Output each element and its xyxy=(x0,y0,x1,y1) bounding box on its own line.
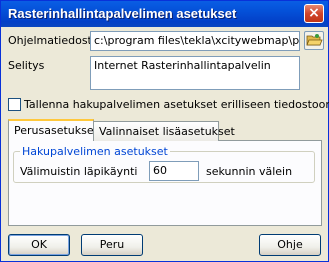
description-label: Selitys xyxy=(8,59,45,72)
program-file-input[interactable]: c:\program files\tekla\xcitywebmap\progr xyxy=(90,31,300,51)
ok-button[interactable]: OK xyxy=(8,234,70,256)
description-input[interactable]: Internet Rasterinhallintapalvelin xyxy=(90,56,300,90)
browse-button[interactable] xyxy=(304,31,324,50)
close-icon: × xyxy=(308,5,320,21)
help-button[interactable]: Ohje xyxy=(259,234,321,256)
window-title: Rasterinhallintapalvelimen asetukset xyxy=(8,6,237,21)
tab-basic-settings[interactable]: Perusasetukset xyxy=(8,119,98,141)
cache-interval-input[interactable]: 60 xyxy=(149,161,199,181)
folder-open-icon xyxy=(306,34,323,46)
cache-interval-label: Välimuistin läpikäynti xyxy=(20,165,138,178)
server-settings-group-title: Hakupalvelimen asetukset xyxy=(20,145,170,158)
tab-basic-settings-label: Perusasetukset xyxy=(14,124,98,137)
dialog-window: Rasterinhallintapalvelimen asetukset × O… xyxy=(0,0,329,262)
save-separately-label: Tallenna hakupalvelimen asetukset erilli… xyxy=(24,98,329,111)
tab-optional-settings[interactable]: Valinnaiset lisäasetukset xyxy=(93,121,235,141)
save-separately-checkbox[interactable] xyxy=(8,98,21,111)
title-bar[interactable]: Rasterinhallintapalvelimen asetukset × xyxy=(1,1,328,27)
close-button[interactable]: × xyxy=(304,4,324,23)
cancel-button[interactable]: Peru xyxy=(81,234,143,256)
program-file-label: Ohjelmatiedosto xyxy=(8,34,99,47)
tab-optional-settings-label: Valinnaiset lisäasetukset xyxy=(99,125,235,138)
cache-interval-unit: sekunnin välein xyxy=(206,165,293,178)
